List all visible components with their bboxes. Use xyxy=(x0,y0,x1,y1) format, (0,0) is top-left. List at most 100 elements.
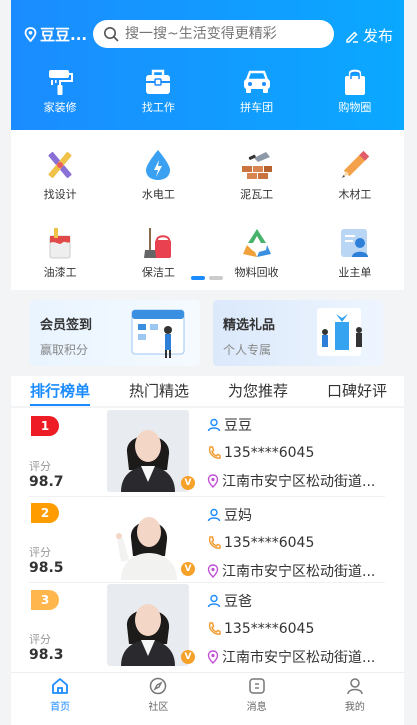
carousel-dot[interactable] xyxy=(209,276,223,280)
list-item[interactable]: 2 评分 98.5 V 豆妈 135****6045 江南市安宁区松动街道... xyxy=(11,498,404,584)
address-line: 江南市安宁区松动街道... xyxy=(207,470,375,492)
top-bar: 豆豆... 发布 xyxy=(11,20,404,50)
pencil-icon xyxy=(341,150,370,178)
search-input[interactable] xyxy=(125,26,325,42)
category-label: 水电工 xyxy=(141,188,175,201)
top-categories: 家装修 找工作 拼车团 购物圈 xyxy=(11,68,404,118)
category-mason[interactable]: 泥瓦工 xyxy=(208,148,306,202)
shopping-bag-icon xyxy=(344,69,365,95)
location-selector[interactable]: 豆豆... xyxy=(24,24,87,45)
tabbar-messages[interactable]: 消息 xyxy=(208,673,306,725)
category-cleaner[interactable]: 保洁工 xyxy=(109,226,207,280)
divider xyxy=(29,496,385,497)
water-drop-icon xyxy=(146,150,171,180)
tabbar-label: 消息 xyxy=(246,702,267,713)
contact-address: 江南市安宁区松动街道... xyxy=(222,564,376,580)
user-icon xyxy=(207,508,221,522)
topcat-carpool[interactable]: 拼车团 xyxy=(208,68,306,118)
topcat-label: 购物圈 xyxy=(338,101,372,114)
topcat-shopping[interactable]: 购物圈 xyxy=(306,68,404,118)
phone-icon xyxy=(208,536,221,549)
contact-info: 豆爸 135****6045 江南市安宁区松动街道... xyxy=(207,590,375,672)
search-box[interactable] xyxy=(93,20,334,48)
location-pin-icon xyxy=(207,564,219,578)
category-label: 泥瓦工 xyxy=(240,188,274,201)
search-icon xyxy=(104,27,119,42)
publish-button[interactable]: 发布 xyxy=(345,25,393,46)
tabbar-profile[interactable]: 我的 xyxy=(306,673,404,725)
divider xyxy=(29,582,385,583)
topcat-label: 拼车团 xyxy=(240,101,274,114)
category-owner-orders[interactable]: 业主单 xyxy=(306,226,404,280)
person-photo-icon xyxy=(107,410,189,492)
person-photo-icon xyxy=(107,498,189,580)
phone-icon xyxy=(208,622,221,635)
rank-badge: 1 xyxy=(31,416,59,436)
name-line: 豆妈 xyxy=(207,504,375,526)
category-recycling[interactable]: 物料回收 xyxy=(208,226,306,280)
topcat-jobs[interactable]: 找工作 xyxy=(109,68,207,118)
list-item[interactable]: 3 评分 98.3 V 豆爸 135****6045 江南市安宁区松动街道... xyxy=(11,584,404,670)
score-value: 98.5 xyxy=(29,560,64,576)
tab-reviews[interactable]: 口碑好评 xyxy=(326,376,388,406)
list-item[interactable]: 1 评分 98.7 V 豆豆 135****6045 江南市安宁区松动街道... xyxy=(11,408,404,494)
calendar-illustration-icon xyxy=(131,309,185,358)
promo-member-signin[interactable]: 会员签到 赢取积分 xyxy=(30,300,200,366)
category-plumber-electrician[interactable]: 水电工 xyxy=(109,148,207,202)
tabbar-home[interactable]: 首页 xyxy=(11,673,109,725)
address-line: 江南市安宁区松动街道... xyxy=(207,646,375,668)
tabbar-label: 我的 xyxy=(344,702,365,713)
category-label: 保洁工 xyxy=(141,266,175,279)
ranking-tabs: 排行榜单 热门精选 为您推荐 口碑好评 xyxy=(11,376,404,406)
phone-line[interactable]: 135****6045 xyxy=(207,532,375,554)
category-label: 找设计 xyxy=(43,188,77,201)
category-carpenter[interactable]: 木材工 xyxy=(306,148,404,202)
carousel-dot-active[interactable] xyxy=(191,276,205,280)
contact-phone: 135****6045 xyxy=(224,535,315,551)
category-row: 油漆工 保洁工 物料回收 业主单 xyxy=(11,226,404,280)
tab-recommended[interactable]: 为您推荐 xyxy=(227,376,289,406)
contact-phone: 135****6045 xyxy=(224,621,315,637)
contact-name: 豆爸 xyxy=(224,594,252,610)
contact-address: 江南市安宁区松动街道... xyxy=(222,474,376,490)
avatar xyxy=(107,410,189,492)
topcat-label: 找工作 xyxy=(141,101,175,114)
rank-badge: 3 xyxy=(31,590,59,610)
category-painter[interactable]: 油漆工 xyxy=(11,226,109,280)
topcat-label: 家装修 xyxy=(43,101,77,114)
contact-info: 豆妈 135****6045 江南市安宁区松动街道... xyxy=(207,504,375,588)
tab-hot-picks[interactable]: 热门精选 xyxy=(128,376,190,406)
gift-illustration-icon xyxy=(317,308,362,356)
verified-badge: V xyxy=(181,650,195,664)
avatar xyxy=(107,498,189,580)
design-tools-icon xyxy=(48,151,72,179)
paint-bucket-icon xyxy=(49,228,71,259)
location-pin-icon xyxy=(207,474,219,488)
score-label: 评分 xyxy=(29,546,51,559)
briefcase-icon xyxy=(146,69,171,94)
header-banner: 豆豆... 发布 家装修 找工作 拼车团 购物圈 xyxy=(11,0,404,130)
tabbar-community[interactable]: 社区 xyxy=(109,673,207,725)
promo-selected-gifts[interactable]: 精选礼品 个人专属 xyxy=(213,300,383,366)
message-icon xyxy=(248,678,265,694)
user-icon xyxy=(207,594,221,608)
category-design[interactable]: 找设计 xyxy=(11,148,109,202)
category-label: 木材工 xyxy=(338,188,372,201)
phone-line[interactable]: 135****6045 xyxy=(207,618,375,640)
score-label: 评分 xyxy=(29,460,51,473)
location-pin-icon xyxy=(24,27,37,42)
topcat-decoration[interactable]: 家装修 xyxy=(11,68,109,118)
location-text: 豆豆... xyxy=(40,26,88,44)
compass-icon xyxy=(150,677,167,695)
phone-icon xyxy=(208,446,221,459)
verified-badge: V xyxy=(181,476,195,490)
recycle-icon xyxy=(242,229,271,257)
category-label: 油漆工 xyxy=(43,266,77,279)
edit-icon xyxy=(346,30,358,43)
category-row: 找设计 水电工 泥瓦工 木材工 xyxy=(11,148,404,202)
publish-label: 发布 xyxy=(363,27,394,45)
tab-ranking[interactable]: 排行榜单 xyxy=(30,376,90,406)
phone-line[interactable]: 135****6045 xyxy=(207,442,375,464)
score-value: 98.3 xyxy=(29,647,64,663)
paint-roller-icon xyxy=(49,70,74,95)
